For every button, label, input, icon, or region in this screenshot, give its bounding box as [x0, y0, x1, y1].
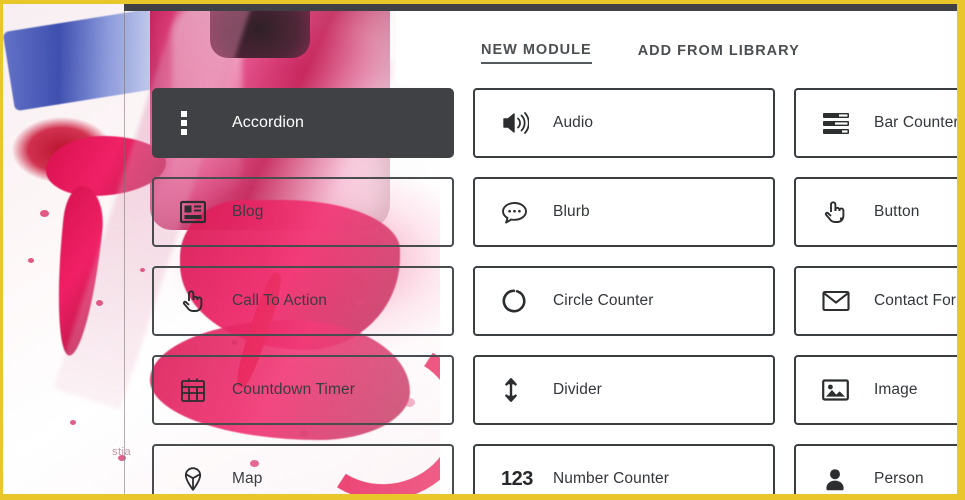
circle-counter-icon	[501, 284, 539, 318]
module-card-button[interactable]: Button	[794, 177, 965, 247]
vertical-rule	[124, 0, 125, 500]
module-card-map[interactable]: Map	[152, 444, 454, 500]
module-card-label: Blurb	[553, 203, 590, 220]
blog-icon	[180, 195, 218, 229]
module-card-countdown-timer[interactable]: Countdown Timer	[152, 355, 454, 425]
module-card-label: Divider	[553, 381, 602, 398]
module-card-blog[interactable]: Blog	[152, 177, 454, 247]
button-icon	[822, 195, 860, 229]
number-counter-icon-text: 123	[501, 467, 533, 490]
module-card-label: Map	[232, 470, 263, 487]
countdown-timer-icon	[180, 373, 218, 407]
module-card-label: Contact Form	[874, 292, 965, 309]
module-card-blurb[interactable]: Blurb	[473, 177, 775, 247]
module-card-label: Blog	[232, 203, 264, 220]
module-card-contact-form[interactable]: Contact Form	[794, 266, 965, 336]
window-frame-right	[957, 0, 965, 500]
bar-counters-icon	[822, 106, 860, 140]
image-icon	[822, 373, 860, 407]
module-card-label: Bar Counters	[874, 114, 965, 131]
module-card-divider[interactable]: Divider	[473, 355, 775, 425]
module-card-label: Image	[874, 381, 918, 398]
map-icon	[180, 462, 218, 496]
module-card-label: Accordion	[232, 114, 305, 131]
module-card-label: Countdown Timer	[232, 381, 355, 398]
person-icon	[822, 462, 860, 496]
window-frame-bottom	[0, 494, 965, 500]
module-card-person[interactable]: Person	[794, 444, 965, 500]
module-card-label: Call To Action	[232, 292, 328, 309]
module-grid: Accordion Audio Bar Counters Blog Blurb Butto…	[152, 88, 965, 500]
module-card-circle-counter[interactable]: Circle Counter	[473, 266, 775, 336]
window-frame-left	[0, 0, 3, 500]
contact-form-icon	[822, 284, 860, 318]
module-card-label: Person	[874, 470, 924, 487]
call-to-action-icon	[180, 284, 218, 318]
tab-add-from-library[interactable]: ADD FROM LIBRARY	[638, 43, 800, 63]
module-card-number-counter[interactable]: 123 Number Counter	[473, 444, 775, 500]
module-picker-screen: stia NEW MODULE ADD FROM LIBRARY Accordi…	[0, 0, 965, 500]
module-card-label: Circle Counter	[553, 292, 654, 309]
blurb-icon	[501, 195, 539, 229]
module-card-image[interactable]: Image	[794, 355, 965, 425]
accordion-icon	[180, 106, 218, 140]
audio-icon	[501, 106, 539, 140]
module-card-label: Number Counter	[553, 470, 669, 487]
module-card-call-to-action[interactable]: Call To Action	[152, 266, 454, 336]
divider-icon	[501, 373, 539, 407]
module-card-label: Button	[874, 203, 920, 220]
module-card-accordion[interactable]: Accordion	[152, 88, 454, 158]
module-card-bar-counters[interactable]: Bar Counters	[794, 88, 965, 158]
window-frame-top	[0, 0, 965, 4]
number-counter-icon: 123	[501, 462, 539, 496]
photo-watermark: stia	[112, 446, 132, 458]
tab-new-module[interactable]: NEW MODULE	[481, 42, 592, 64]
module-card-audio[interactable]: Audio	[473, 88, 775, 158]
tab-bar: NEW MODULE ADD FROM LIBRARY	[440, 38, 965, 68]
module-card-label: Audio	[553, 114, 594, 131]
window-top-dark-bar	[124, 4, 957, 11]
